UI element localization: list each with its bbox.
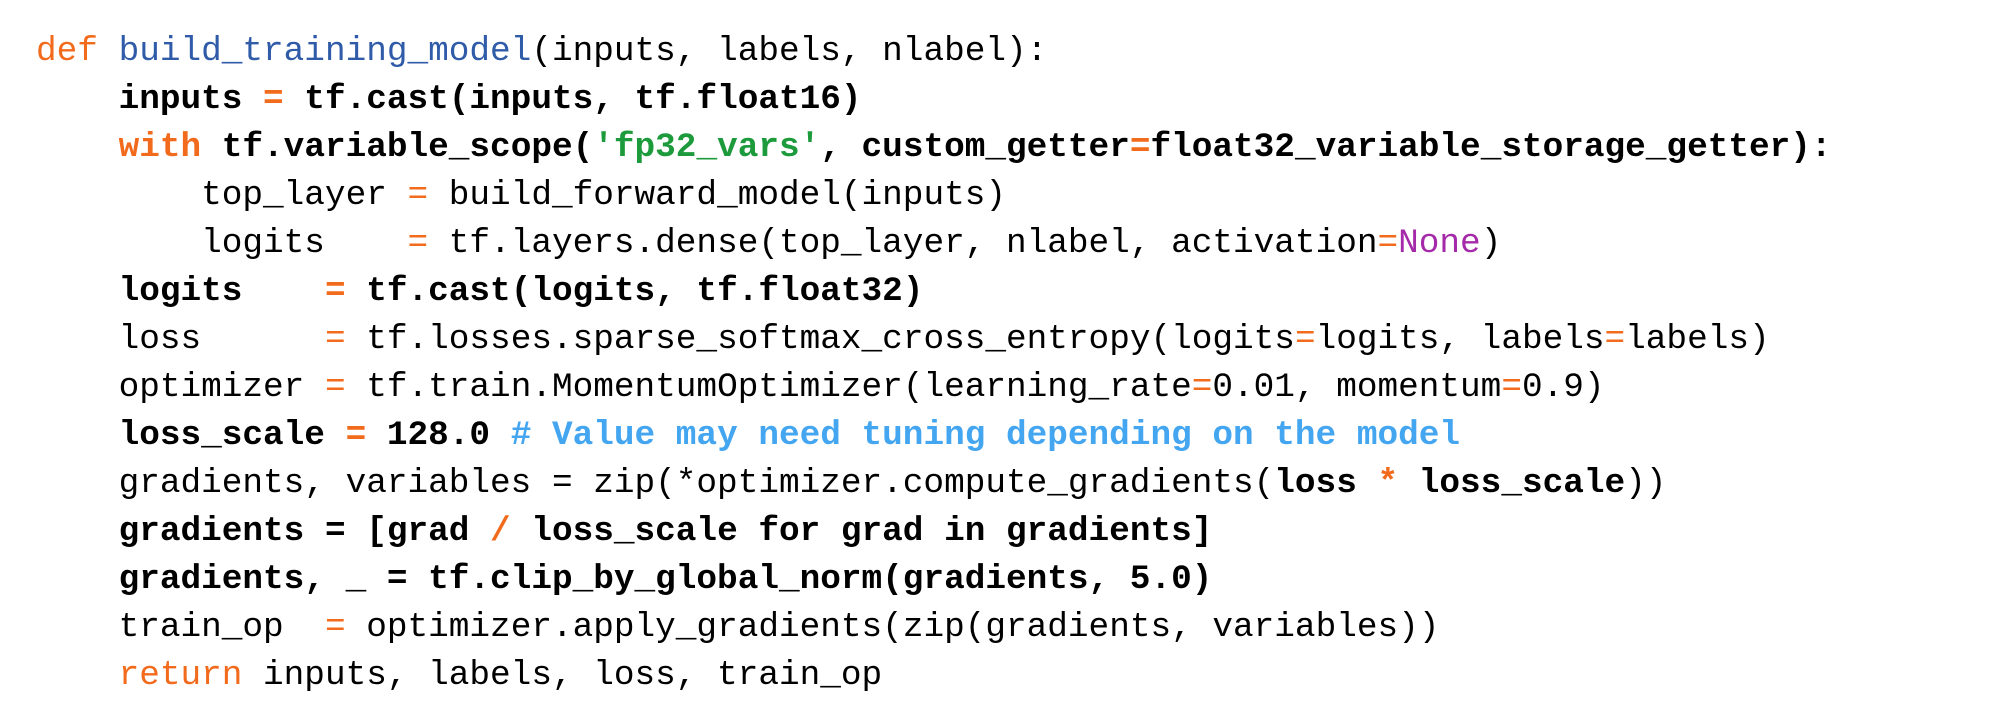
code-line: gradients, variables = zip(*optimizer.co… (36, 460, 1986, 508)
code-text: logits (118, 272, 325, 311)
code-text: loss (118, 320, 325, 359)
code-line: loss = tf.losses.sparse_softmax_cross_en… (36, 316, 1986, 364)
code-line: optimizer = tf.train.MomentumOptimizer(l… (36, 364, 1986, 412)
code-text: logits, labels (1315, 320, 1605, 359)
code-line: gradients, _ = tf.clip_by_global_norm(gr… (36, 556, 1986, 604)
code-line: return inputs, labels, loss, train_op (36, 652, 1986, 700)
code-comment: # Value may need tuning depending on the… (510, 416, 1461, 455)
code-keyword: = (324, 608, 346, 647)
code-constant: None (1398, 224, 1481, 263)
code-text: top_layer (201, 176, 408, 215)
code-text: loss_scale (1398, 464, 1626, 503)
code-keyword: with (118, 128, 202, 167)
code-keyword: = (1294, 320, 1316, 359)
code-keyword: return (118, 656, 243, 695)
code-keyword: * (1377, 464, 1399, 503)
code-keyword: / (490, 512, 511, 551)
code-text: ) (1480, 224, 1502, 263)
code-keyword: = (1501, 368, 1522, 407)
code-keyword: = (1377, 224, 1399, 263)
code-keyword: = (1129, 128, 1151, 167)
code-keyword: = (263, 80, 284, 119)
code-text: gradients, variables = zip(*optimizer.co… (118, 464, 1275, 503)
code-text: tf.losses.sparse_softmax_cross_entropy(l… (345, 320, 1295, 359)
code-text: tf.layers.dense(top_layer, nlabel, activ… (428, 224, 1378, 263)
code-text: tf.variable_scope( (201, 128, 594, 167)
code-text: inputs (118, 80, 264, 119)
code-keyword: = (1604, 320, 1626, 359)
code-text: 0.01, momentum (1212, 368, 1502, 407)
code-keyword: def (36, 32, 98, 71)
code-text: labels) (1625, 320, 1770, 359)
code-text: build_forward_model(inputs) (428, 176, 1006, 215)
code-text: gradients = [grad (118, 512, 491, 551)
code-text: tf.cast(inputs, tf.float16) (283, 80, 862, 119)
code-line: logits = tf.layers.dense(top_layer, nlab… (36, 220, 1986, 268)
code-line: top_layer = build_forward_model(inputs) (36, 172, 1986, 220)
code-line: train_op = optimizer.apply_gradients(zip… (36, 604, 1986, 652)
code-block: def build_training_model(inputs, labels,… (36, 28, 1986, 700)
code-text: )) (1625, 464, 1667, 503)
code-text: tf.cast(logits, tf.float32) (345, 272, 924, 311)
code-keyword: = (407, 176, 429, 215)
code-keyword: = (345, 416, 367, 455)
code-text: logits (201, 224, 408, 263)
code-line: inputs = tf.cast(inputs, tf.float16) (36, 76, 1986, 124)
code-line: loss_scale = 128.0 # Value may need tuni… (36, 412, 1986, 460)
code-keyword: = (407, 224, 429, 263)
code-text: loss_scale for grad in gradients] (510, 512, 1213, 551)
code-line: def build_training_model(inputs, labels,… (36, 28, 1986, 76)
code-text: loss_scale (118, 416, 346, 455)
code-text: gradients, _ = tf.clip_by_global_norm(gr… (118, 560, 1213, 599)
code-text: loss (1274, 464, 1378, 503)
code-text: 0.9) (1521, 368, 1605, 407)
code-text: inputs, labels, loss, train_op (242, 656, 883, 695)
code-text: 128.0 (366, 416, 511, 455)
code-text: optimizer.apply_gradients(zip(gradients,… (345, 608, 1440, 647)
code-text: train_op (118, 608, 325, 647)
code-keyword: = (1191, 368, 1213, 407)
code-text: , custom_getter (820, 128, 1130, 167)
code-keyword: = (324, 368, 346, 407)
code-text: tf.train.MomentumOptimizer(learning_rate (345, 368, 1192, 407)
code-text: float32_variable_storage_getter): (1150, 128, 1832, 167)
code-keyword: = (324, 320, 346, 359)
code-text: (inputs, labels, nlabel): (531, 32, 1048, 71)
code-keyword: = (324, 272, 346, 311)
code-line: gradients = [grad / loss_scale for grad … (36, 508, 1986, 556)
code-line: with tf.variable_scope('fp32_vars', cust… (36, 124, 1986, 172)
code-function-name: build_training_model (118, 32, 532, 71)
code-string: 'fp32_vars' (593, 128, 821, 167)
code-text: optimizer (118, 368, 325, 407)
code-line: logits = tf.cast(logits, tf.float32) (36, 268, 1986, 316)
